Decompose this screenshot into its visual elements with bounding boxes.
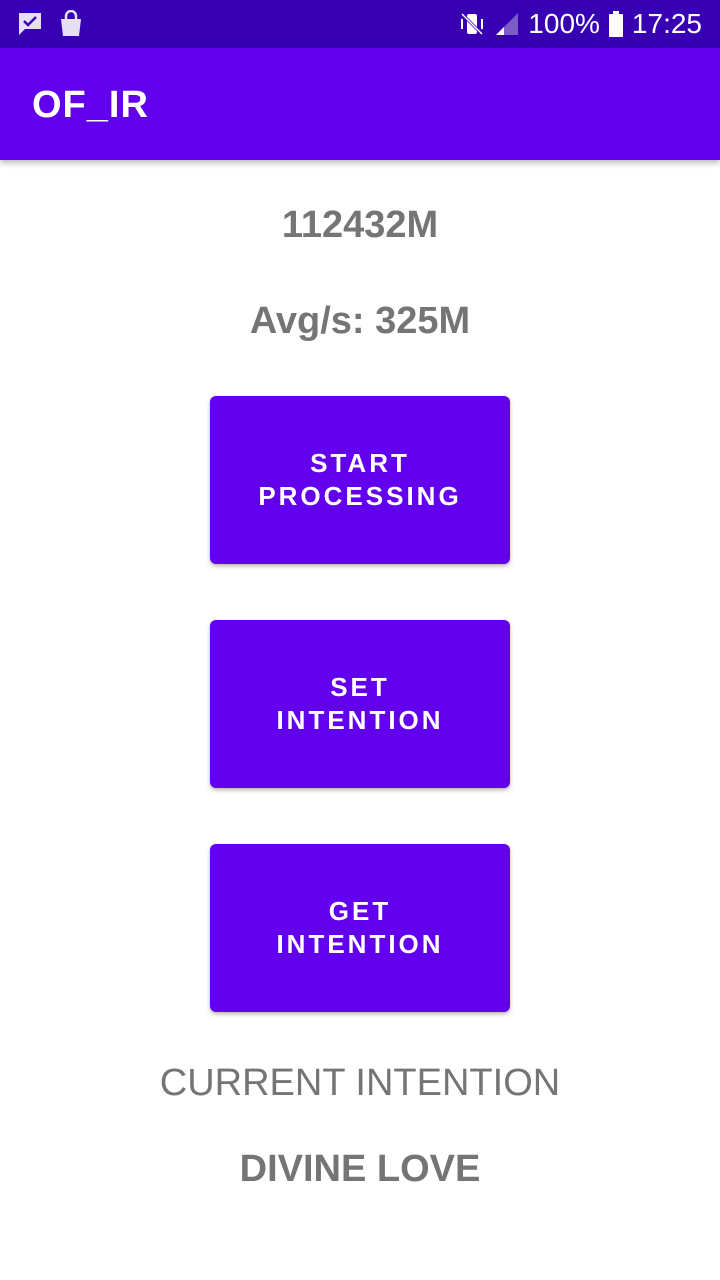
get-button-label-line1: GET (328, 896, 392, 926)
shopping-bag-icon (58, 10, 84, 38)
current-intention-value: DIVINE LOVE (239, 1148, 481, 1190)
signal-icon (494, 11, 520, 37)
current-intention-heading: CURRENT INTENTION (159, 1062, 561, 1104)
total-count: 112432M (281, 204, 439, 246)
set-button-label-line2: INTENTION (276, 705, 444, 735)
message-icon (16, 10, 44, 38)
battery-icon (608, 10, 624, 38)
clock: 17:25 (631, 8, 702, 39)
vibrate-icon (458, 10, 486, 38)
set-button-label-line1: SET (330, 672, 390, 702)
notification-icons (16, 10, 84, 38)
app-title: OF_IR (32, 84, 149, 126)
battery-percent: 100% (528, 8, 600, 39)
status-bar: 100% 17:25 (0, 0, 720, 48)
get-button-label-line2: INTENTION (276, 929, 444, 959)
start-button-label-line1: START (310, 448, 410, 478)
start-button-label-line2: PROCESSING (258, 481, 462, 511)
set-intention-button[interactable]: SET INTENTION (210, 620, 510, 788)
get-intention-button[interactable]: GET INTENTION (210, 844, 510, 1012)
app-bar: OF_IR (0, 48, 720, 160)
system-status: 100% 17:25 (458, 0, 702, 48)
start-processing-button[interactable]: START PROCESSING (210, 396, 510, 564)
average-rate: Avg/s: 325M (249, 300, 471, 342)
